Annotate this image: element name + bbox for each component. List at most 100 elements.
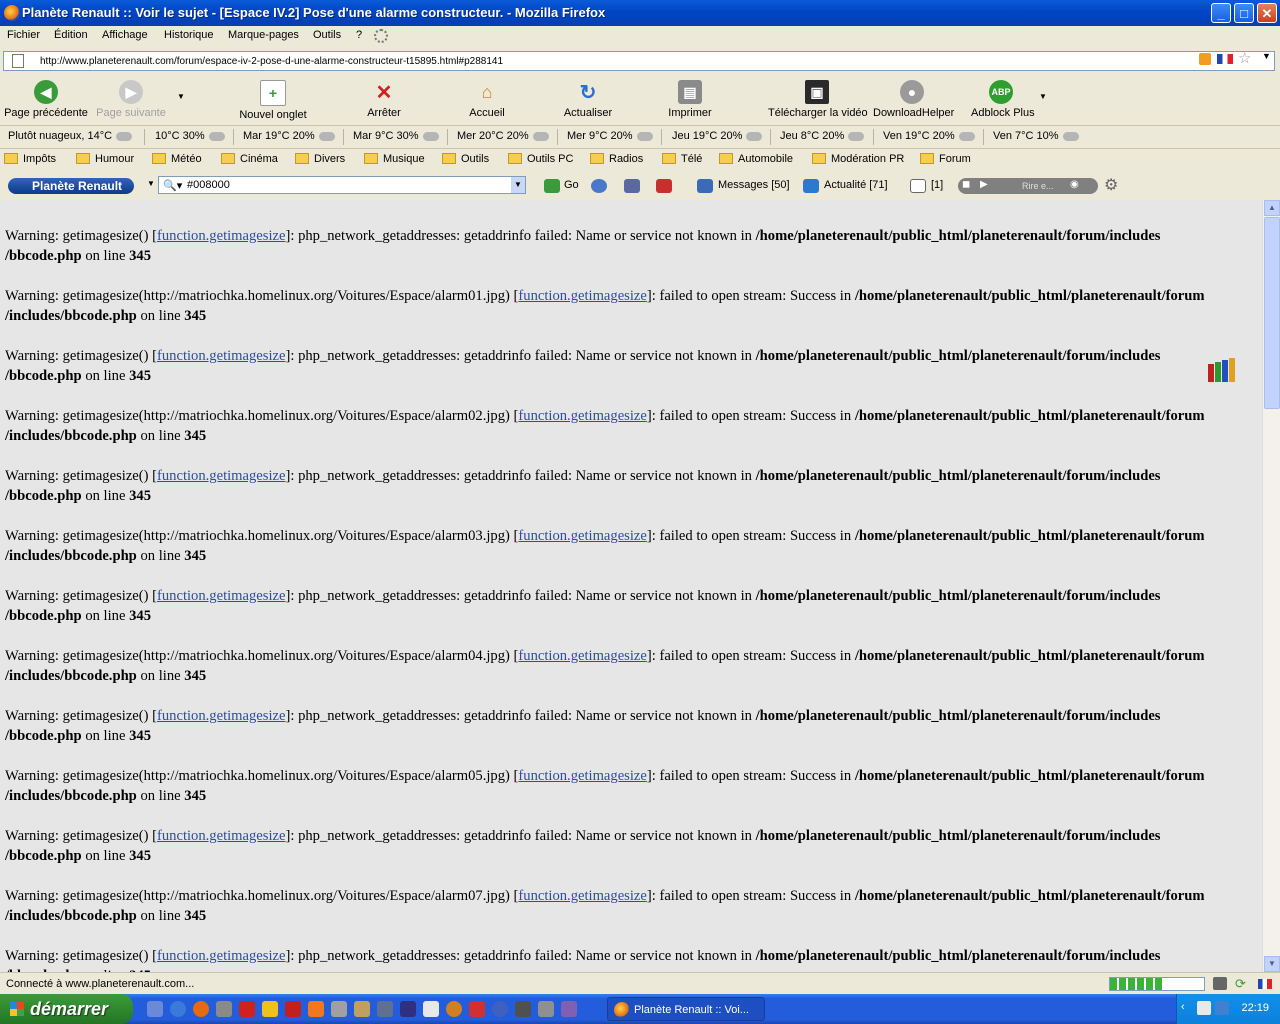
- history-dropdown-icon[interactable]: ▼: [176, 92, 186, 101]
- actualite-button[interactable]: Actualité [71]: [824, 179, 888, 191]
- weather-forecast[interactable]: Ven 7°C 10%: [993, 130, 1079, 142]
- scroll-down-icon[interactable]: ▼: [1264, 956, 1280, 972]
- brand-dropdown-icon[interactable]: ▼: [147, 179, 155, 188]
- menu-help[interactable]: ?: [356, 29, 362, 41]
- go-button[interactable]: Go: [564, 179, 579, 191]
- tray-expand-icon[interactable]: ‹: [1181, 1001, 1185, 1013]
- bookmark-folder[interactable]: Divers: [295, 153, 345, 165]
- reload-button[interactable]: ↻ Actualiser: [563, 80, 613, 120]
- weather-tonight[interactable]: 10°C 30%: [155, 130, 225, 142]
- function-link[interactable]: function.getimagesize: [157, 828, 285, 844]
- vertical-scrollbar[interactable]: ▲ ▼: [1262, 200, 1280, 972]
- weather-forecast[interactable]: Ven 19°C 20%: [883, 130, 975, 142]
- quicklaunch-youtube-icon[interactable]: [285, 1001, 301, 1017]
- mail-count[interactable]: [1]: [931, 179, 943, 191]
- bookmark-folder[interactable]: Musique: [364, 153, 425, 165]
- radio-icon[interactable]: [591, 179, 607, 193]
- messages-icon[interactable]: [697, 179, 713, 193]
- sync-status-icon[interactable]: ⟳: [1235, 976, 1246, 992]
- bookmark-folder[interactable]: Automobile: [719, 153, 793, 165]
- weather-forecast[interactable]: Jeu 8°C 20%: [780, 130, 865, 142]
- planete-renault-brand-button[interactable]: Planète Renault: [8, 178, 134, 194]
- print-button[interactable]: ▤ Imprimer: [668, 80, 712, 119]
- function-link[interactable]: function.getimagesize: [518, 648, 646, 664]
- function-link[interactable]: function.getimagesize: [518, 768, 646, 784]
- quicklaunch-app-icon[interactable]: [354, 1001, 370, 1017]
- weather-forecast[interactable]: Mar 19°C 20%: [243, 130, 335, 142]
- quicklaunch-app-icon[interactable]: [377, 1001, 393, 1017]
- forward-button[interactable]: ▶ Page suivante: [95, 80, 167, 119]
- weather-current[interactable]: Plutôt nuageux, 14°C: [8, 130, 133, 142]
- download-video-button[interactable]: ▣ Télécharger la vidéo: [768, 80, 868, 119]
- firefox-icon[interactable]: [4, 5, 20, 21]
- minimize-button[interactable]: _: [1211, 3, 1231, 23]
- car-red-icon[interactable]: [656, 179, 672, 193]
- scrollbar-thumb[interactable]: [1264, 217, 1280, 409]
- bookmark-folder[interactable]: Météo: [152, 153, 202, 165]
- quicklaunch-firefox-icon[interactable]: [193, 1001, 209, 1017]
- quicklaunch-app-icon[interactable]: [492, 1001, 508, 1017]
- bookmark-folder[interactable]: Outils PC: [508, 153, 573, 165]
- bookmark-folder[interactable]: Télé: [662, 153, 702, 165]
- volume-icon[interactable]: ◉: [1070, 179, 1079, 190]
- menu-affichage[interactable]: Affichage: [102, 29, 148, 41]
- function-link[interactable]: function.getimagesize: [518, 288, 646, 304]
- french-flag-icon[interactable]: [1217, 54, 1233, 64]
- stop-media-icon[interactable]: ◼: [962, 179, 970, 190]
- weather-forecast[interactable]: Jeu 19°C 20%: [672, 130, 763, 142]
- quicklaunch-app-icon[interactable]: [515, 1001, 531, 1017]
- maximize-button[interactable]: □: [1234, 3, 1254, 23]
- go-arrow-icon[interactable]: [544, 179, 560, 193]
- bookmark-folder[interactable]: Cinéma: [221, 153, 278, 165]
- url-field[interactable]: http://www.planeterenault.com/forum/espa…: [3, 51, 1275, 71]
- taskbar-firefox-task[interactable]: Planète Renault :: Voi...: [607, 997, 765, 1021]
- tray-network-icon[interactable]: [1197, 1001, 1211, 1015]
- quicklaunch-app-icon[interactable]: [308, 1001, 324, 1017]
- bookmark-star-icon[interactable]: ☆: [1238, 49, 1251, 67]
- adblock-dropdown-icon[interactable]: ▼: [1038, 92, 1048, 101]
- new-tab-button[interactable]: + Nouvel onglet: [238, 80, 308, 121]
- menu-edition[interactable]: Édition: [54, 29, 88, 41]
- weather-forecast[interactable]: Mer 9°C 20%: [567, 130, 653, 142]
- car-blue-icon[interactable]: [624, 179, 640, 193]
- function-link[interactable]: function.getimagesize: [157, 948, 285, 964]
- function-link[interactable]: function.getimagesize: [518, 408, 646, 424]
- scroll-up-icon[interactable]: ▲: [1264, 200, 1280, 216]
- rss-icon[interactable]: [1199, 53, 1211, 65]
- close-button[interactable]: ✕: [1257, 3, 1277, 23]
- quicklaunch-app-icon[interactable]: [216, 1001, 232, 1017]
- adblock-button[interactable]: ABP Adblock Plus: [971, 80, 1035, 119]
- quicklaunch-app-icon[interactable]: [331, 1001, 347, 1017]
- play-icon[interactable]: ▶: [980, 179, 988, 190]
- bookmark-folder[interactable]: Forum: [920, 153, 971, 165]
- quicklaunch-app-icon[interactable]: [400, 1001, 416, 1017]
- news-icon[interactable]: [803, 179, 819, 193]
- quicklaunch-app-icon[interactable]: [469, 1001, 485, 1017]
- weather-forecast[interactable]: Mer 20°C 20%: [457, 130, 549, 142]
- quicklaunch-app-icon[interactable]: [538, 1001, 554, 1017]
- bookmark-folder[interactable]: Impôts: [4, 153, 56, 165]
- function-link[interactable]: function.getimagesize: [518, 888, 646, 904]
- quicklaunch-app-icon[interactable]: [262, 1001, 278, 1017]
- function-link[interactable]: function.getimagesize: [157, 348, 285, 364]
- toolbar-search-input[interactable]: 🔍▾ #008000 ▼: [158, 176, 526, 194]
- quicklaunch-app-icon[interactable]: [561, 1001, 577, 1017]
- function-link[interactable]: function.getimagesize: [157, 228, 285, 244]
- menu-outils[interactable]: Outils: [313, 29, 341, 41]
- quicklaunch-app-icon[interactable]: [239, 1001, 255, 1017]
- weather-forecast[interactable]: Mar 9°C 30%: [353, 130, 439, 142]
- function-link[interactable]: function.getimagesize: [157, 468, 285, 484]
- addon-status-icon[interactable]: [1213, 977, 1227, 990]
- search-dropdown-icon[interactable]: ▼: [511, 177, 525, 193]
- home-button[interactable]: ⌂ Accueil: [468, 80, 506, 120]
- quicklaunch-desktop-icon[interactable]: [147, 1001, 163, 1017]
- quicklaunch-app-icon[interactable]: [446, 1001, 462, 1017]
- messages-button[interactable]: Messages [50]: [718, 179, 790, 191]
- downloadhelper-button[interactable]: ● DownloadHelper: [873, 80, 954, 119]
- menu-fichier[interactable]: Fichier: [7, 29, 40, 41]
- taskbar-clock[interactable]: 22:19: [1241, 1002, 1269, 1014]
- menu-marque-pages[interactable]: Marque-pages: [228, 29, 299, 41]
- language-flag-icon[interactable]: [1258, 979, 1272, 989]
- back-button[interactable]: ◀ Page précédente: [4, 80, 88, 119]
- stop-button[interactable]: ✕ Arrêter: [364, 80, 404, 120]
